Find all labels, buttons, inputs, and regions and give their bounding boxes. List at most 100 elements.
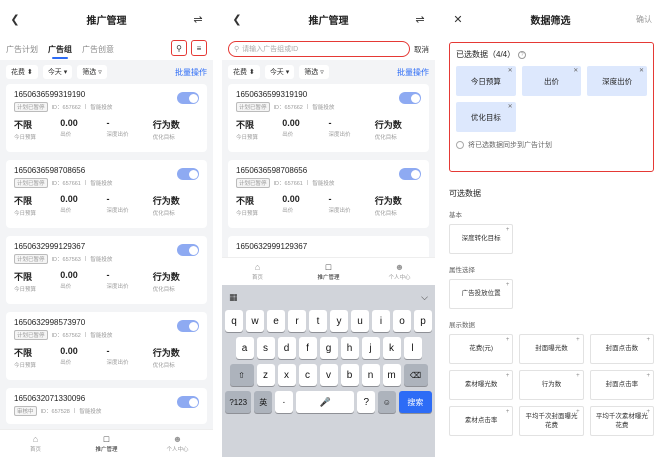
shift-key[interactable]: ⇧ xyxy=(229,364,254,386)
ad-card[interactable]: 1650632999129367 计划已暂停 ID：657563 | 智能投放 不限今… xyxy=(6,236,207,304)
option-item[interactable]: 素材曝光数 + xyxy=(449,370,514,400)
ad-card[interactable]: 1650636598708656 计划已暂停 ID：657661 | 智能投放 不限今… xyxy=(6,160,207,228)
ad-card[interactable]: 1650632071330096 审核中 ID：657528 | 智能投放 xyxy=(6,388,207,424)
enable-toggle[interactable] xyxy=(177,244,199,256)
remove-icon[interactable]: ✕ xyxy=(573,67,578,74)
language-key[interactable]: 英 xyxy=(254,391,273,413)
tab-ad-creative[interactable]: 广告创意 xyxy=(82,44,114,55)
enable-toggle[interactable] xyxy=(177,396,199,408)
back-icon[interactable]: ❮ xyxy=(8,13,22,26)
enable-toggle[interactable] xyxy=(177,320,199,332)
key-d[interactable]: d xyxy=(277,337,296,359)
numbers-key[interactable]: ?123 xyxy=(225,391,252,413)
emoji-key[interactable]: ☺ xyxy=(378,391,396,413)
enable-toggle[interactable] xyxy=(399,168,421,180)
key-f[interactable]: f xyxy=(298,337,317,359)
option-item[interactable]: 行为数 + xyxy=(519,370,584,400)
tab-profile[interactable]: ☻ 个人中心 xyxy=(364,258,435,285)
key-q[interactable]: q xyxy=(225,310,243,332)
tab-profile[interactable]: ☻ 个人中心 xyxy=(142,430,213,457)
enable-toggle[interactable] xyxy=(399,92,421,104)
enable-toggle[interactable] xyxy=(177,168,199,180)
search-icon[interactable]: ⚲ xyxy=(171,40,187,56)
filter-chip[interactable]: 筛选 ▿ xyxy=(299,65,329,79)
ad-card[interactable]: 1650636598708656 计划已暂停 ID：657661 | 智能投放 不限今… xyxy=(228,160,429,228)
enable-toggle[interactable] xyxy=(177,92,199,104)
dot-key[interactable]: · xyxy=(275,391,293,413)
key-t[interactable]: t xyxy=(309,310,327,332)
ad-card[interactable]: 1650632998573970 计划已暂停 ID：657562 | 智能投放 不限今… xyxy=(6,312,207,380)
tab-promotion[interactable]: □ 推广管理 xyxy=(293,258,364,285)
switch-icon[interactable]: ⇌ xyxy=(191,13,205,26)
key-e[interactable]: e xyxy=(267,310,285,332)
key-u[interactable]: u xyxy=(351,310,369,332)
option-item[interactable]: 素材点击率 + xyxy=(449,406,514,436)
option-item[interactable]: 平均千次素材曝光花费 + xyxy=(589,406,654,436)
key-z[interactable]: z xyxy=(256,364,275,386)
tab-home[interactable]: ⌂ 首页 xyxy=(0,430,71,457)
ad-card[interactable]: 1650636599319190 计划已暂停 ID：657662 | 智能投放 不限今… xyxy=(6,84,207,152)
remove-icon[interactable]: ✕ xyxy=(508,67,513,74)
date-chip[interactable]: 今天 ▾ xyxy=(264,65,295,79)
selected-item[interactable]: 出价 ✕ xyxy=(521,66,582,96)
sort-cost-chip[interactable]: 花费 ⬍ xyxy=(228,65,260,79)
back-icon[interactable]: ❮ xyxy=(230,13,244,26)
confirm-button[interactable]: 确认 xyxy=(636,14,652,25)
grid-icon[interactable]: ▦ xyxy=(229,292,238,303)
backspace-key[interactable]: ⌫ xyxy=(403,364,428,386)
selected-item[interactable]: 今日预算 ✕ xyxy=(456,66,516,96)
help-icon[interactable]: ? xyxy=(518,50,527,59)
key-b[interactable]: b xyxy=(340,364,359,386)
selected-item[interactable]: 优化目标 ✕ xyxy=(456,102,516,132)
key-x[interactable]: x xyxy=(277,364,296,386)
key-g[interactable]: g xyxy=(319,337,338,359)
key-l[interactable]: l xyxy=(403,337,422,359)
key-k[interactable]: k xyxy=(382,337,401,359)
question-key[interactable]: ? xyxy=(357,391,376,413)
option-item[interactable]: 平均千次封面曝光花费 + xyxy=(519,406,584,436)
search-input[interactable]: ⚲ 请输入广告组或ID xyxy=(228,41,410,57)
sort-cost-chip[interactable]: 花费 ⬍ xyxy=(6,65,38,79)
date-chip[interactable]: 今天 ▾ xyxy=(42,65,73,79)
remove-icon[interactable]: ✕ xyxy=(508,103,513,110)
tab-home[interactable]: ⌂ 首页 xyxy=(222,258,293,285)
tab-ad-group[interactable]: 广告组 xyxy=(48,44,72,59)
close-icon[interactable]: ✕ xyxy=(451,13,465,26)
key-p[interactable]: p xyxy=(414,310,432,332)
key-y[interactable]: y xyxy=(330,310,348,332)
key-s[interactable]: s xyxy=(256,337,275,359)
key-v[interactable]: v xyxy=(319,364,338,386)
cancel-button[interactable]: 取消 xyxy=(414,44,429,55)
key-h[interactable]: h xyxy=(340,337,359,359)
option-item[interactable]: 深度转化目标 + xyxy=(449,224,514,254)
key-m[interactable]: m xyxy=(382,364,401,386)
key-o[interactable]: o xyxy=(393,310,411,332)
key-c[interactable]: c xyxy=(298,364,317,386)
tab-promotion[interactable]: □ 推广管理 xyxy=(71,430,142,457)
option-item[interactable]: 封面点击率 + xyxy=(589,370,654,400)
key-a[interactable]: a xyxy=(235,337,254,359)
option-item[interactable]: 花费(元) + xyxy=(449,334,514,364)
key-j[interactable]: j xyxy=(361,337,380,359)
filter-settings-icon[interactable]: ≡ xyxy=(191,40,207,56)
sync-option[interactable]: 将已选数据同步到广告计划 xyxy=(456,140,647,150)
filter-chip[interactable]: 筛选 ▿ xyxy=(77,65,107,79)
key-r[interactable]: r xyxy=(288,310,306,332)
search-key[interactable]: 搜索 xyxy=(398,391,432,413)
tab-ad-plan[interactable]: 广告计划 xyxy=(6,44,38,55)
selected-item[interactable]: 深度出价 ✕ xyxy=(587,66,647,96)
key-n[interactable]: n xyxy=(361,364,380,386)
space-key[interactable]: 🎤 xyxy=(295,391,355,413)
option-item[interactable]: 封面点击数 + xyxy=(589,334,654,364)
remove-icon[interactable]: ✕ xyxy=(639,67,644,74)
sync-radio[interactable] xyxy=(456,141,464,149)
key-i[interactable]: i xyxy=(372,310,390,332)
keyboard-hide-icon[interactable]: ⌵ xyxy=(421,292,428,303)
batch-action-button[interactable]: 批量操作 xyxy=(175,67,207,78)
switch-icon[interactable]: ⇌ xyxy=(413,13,427,26)
option-item[interactable]: 封面曝光数 + xyxy=(519,334,584,364)
batch-action-button[interactable]: 批量操作 xyxy=(397,67,429,78)
key-w[interactable]: w xyxy=(246,310,264,332)
option-item[interactable]: 广告投放位置 + xyxy=(449,279,514,309)
ad-card[interactable]: 1650636599319190 计划已暂停 ID：657662 | 智能投放 不限今… xyxy=(228,84,429,152)
